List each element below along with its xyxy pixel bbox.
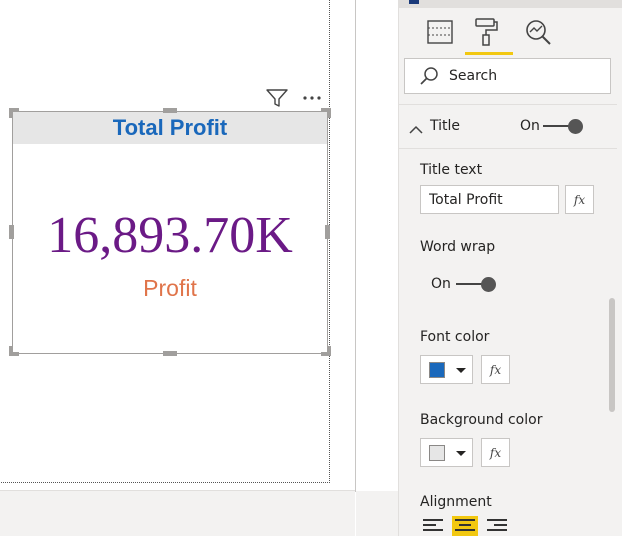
fields-icon [426, 19, 454, 49]
visual-header [266, 88, 322, 108]
search-box[interactable]: Search [404, 58, 611, 94]
resize-handle-left[interactable] [9, 225, 14, 239]
more-options-icon[interactable] [302, 95, 322, 101]
align-right-button[interactable] [484, 516, 510, 536]
analytics-magnifier-icon [524, 18, 552, 50]
pane-tabs [399, 10, 622, 56]
word-wrap-label: Word wrap [420, 239, 496, 255]
align-left-icon [422, 517, 444, 536]
word-wrap-toggle[interactable] [456, 277, 496, 292]
pane-scrollbar-thumb[interactable] [609, 298, 615, 412]
card-visual[interactable]: Total Profit 16,893.70K Profit [12, 111, 328, 354]
pane-gap-bottom [356, 491, 398, 536]
chevron-up-icon[interactable] [409, 120, 423, 139]
resize-handle-right[interactable] [325, 225, 330, 239]
report-canvas[interactable]: Total Profit 16,893.70K Profit [0, 0, 355, 536]
filter-icon[interactable] [266, 89, 288, 107]
pane-top-strip [399, 0, 622, 8]
font-color-picker[interactable] [420, 355, 473, 384]
format-pane: Search Title On Title text fx Word wrap … [398, 0, 622, 536]
align-left-button[interactable] [420, 516, 446, 536]
pane-separator [399, 148, 617, 149]
background-color-swatch [429, 445, 445, 461]
pane-separator [399, 104, 617, 105]
active-tab-indicator [465, 52, 513, 55]
word-wrap-toggle-label: On [431, 276, 451, 292]
tab-format[interactable] [465, 14, 507, 54]
font-color-fx-button[interactable]: fx [481, 355, 510, 384]
title-toggle[interactable] [543, 119, 583, 134]
title-text-input[interactable] [420, 185, 559, 214]
font-color-swatch [429, 362, 445, 378]
background-color-label: Background color [420, 412, 543, 428]
card-value: 16,893.70K [47, 207, 293, 264]
title-text-label: Title text [420, 162, 483, 178]
title-section-header[interactable]: Title On [399, 110, 617, 144]
tab-analytics[interactable] [517, 14, 559, 54]
title-toggle-label: On [520, 118, 540, 134]
alignment-label: Alignment [420, 494, 492, 510]
title-text-fx-button[interactable]: fx [565, 185, 594, 214]
canvas-bottom-bar [0, 490, 355, 536]
caret-down-icon [456, 368, 466, 373]
font-color-label: Font color [420, 329, 490, 345]
card-title: Total Profit [112, 115, 228, 140]
tab-fields[interactable] [419, 14, 461, 54]
pane-gap [356, 0, 398, 536]
toggle-knob [568, 119, 583, 134]
alignment-options [420, 516, 510, 536]
background-color-fx-button[interactable]: fx [481, 438, 510, 467]
search-icon [419, 66, 439, 86]
align-center-button[interactable] [452, 516, 478, 536]
background-color-picker[interactable] [420, 438, 473, 467]
search-label: Search [449, 68, 498, 84]
resize-handle-bottom[interactable] [163, 351, 177, 356]
caret-down-icon [456, 451, 466, 456]
toggle-knob [481, 277, 496, 292]
pane-top-accent [409, 0, 419, 4]
card-title-bar: Total Profit [13, 112, 327, 144]
title-section-label: Title [430, 118, 461, 134]
format-paint-roller-icon [473, 17, 499, 51]
align-right-icon [486, 517, 508, 536]
card-category-label: Profit [143, 275, 197, 301]
resize-handle-top[interactable] [163, 108, 177, 113]
align-center-icon [454, 517, 476, 536]
